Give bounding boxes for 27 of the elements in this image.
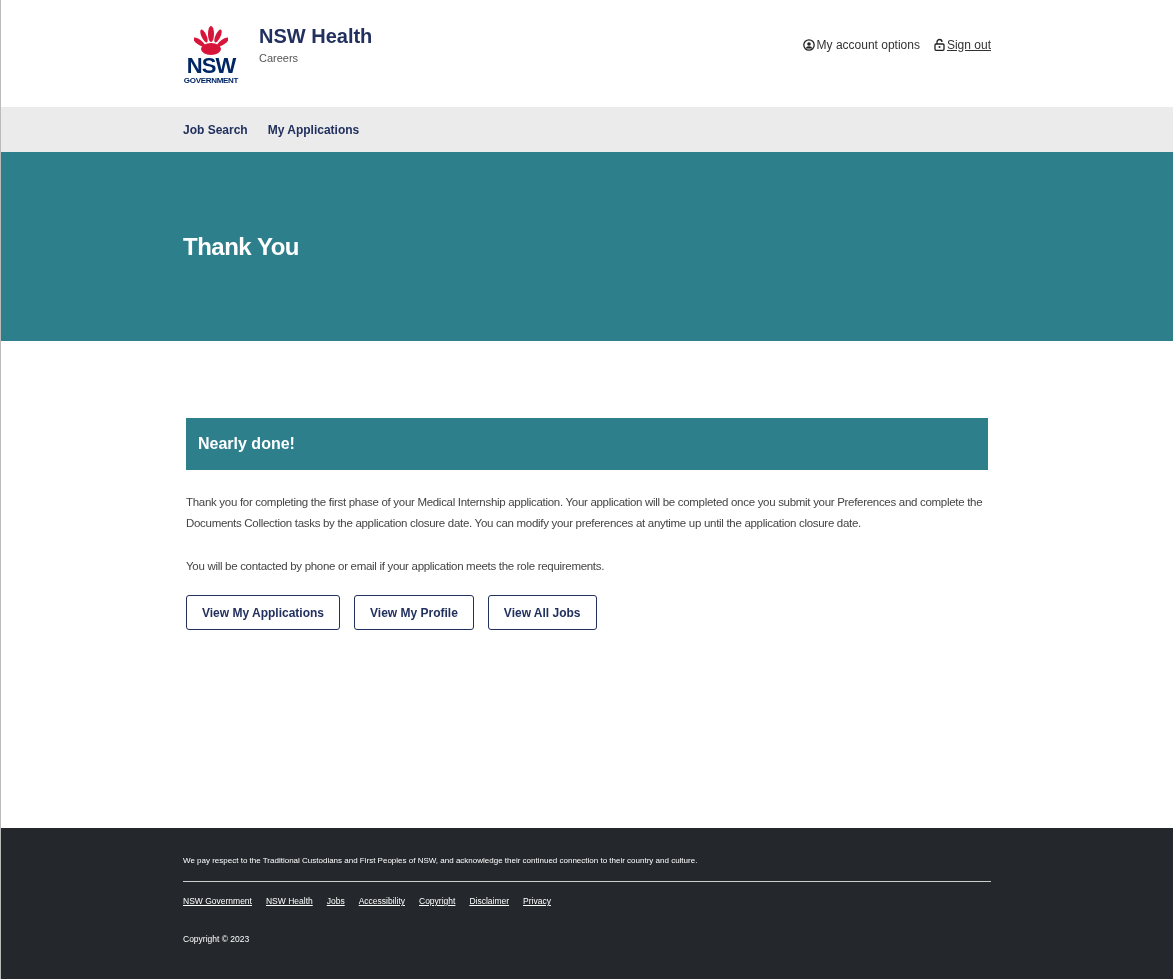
footer-link[interactable]: NSW Health: [265, 896, 313, 906]
notice-paragraph: Thank you for completing the first phase of your Medical Internship application. Your application will be completed once you submit your Preferences and complete the Documents Collection tasks by the application closure date. You can modify your preferences at anytime up until the application closure date.: [186, 495, 984, 531]
footer-link[interactable]: Disclaimer: [469, 896, 510, 906]
copyright-text: Copyright © 2023: [183, 934, 251, 944]
account-options-link[interactable]: My account options: [802, 37, 920, 52]
footer-link[interactable]: Jobs: [326, 896, 345, 906]
action-button[interactable]: View My Profile: [354, 595, 474, 630]
flower-icon: [194, 26, 228, 56]
action-button[interactable]: View My Applications: [186, 595, 341, 630]
nav-link[interactable]: My Applications: [267, 122, 360, 137]
notice-paragraph: You will be contacted by phone or email if your application meets the role requirements.: [186, 559, 606, 574]
footer-link[interactable]: Accessibility: [358, 896, 405, 906]
page-title: Thank You: [183, 232, 300, 261]
logo-subtitle: GOVERNMENT: [183, 76, 239, 85]
footer-link[interactable]: Privacy: [523, 896, 551, 906]
footer-link[interactable]: Copyright: [419, 896, 456, 906]
acknowledgement-text: We pay respect to the Traditional Custodians and First Peoples of NSW, and acknowledge their continued connection to their country and culture.: [183, 856, 699, 865]
lock-icon: [933, 38, 945, 51]
nav-link[interactable]: Job Search: [183, 122, 248, 137]
notice-title: Nearly done!: [198, 435, 295, 453]
footer-link[interactable]: NSW Government: [183, 896, 252, 906]
site-subtitle: Careers: [259, 52, 300, 64]
user-icon: [802, 38, 815, 51]
sign-out-link[interactable]: Sign out: [933, 37, 991, 52]
site-title: NSW Health: [259, 25, 373, 48]
action-button[interactable]: View All Jobs: [487, 595, 597, 630]
logo-wordmark: NSW: [186, 56, 236, 76]
